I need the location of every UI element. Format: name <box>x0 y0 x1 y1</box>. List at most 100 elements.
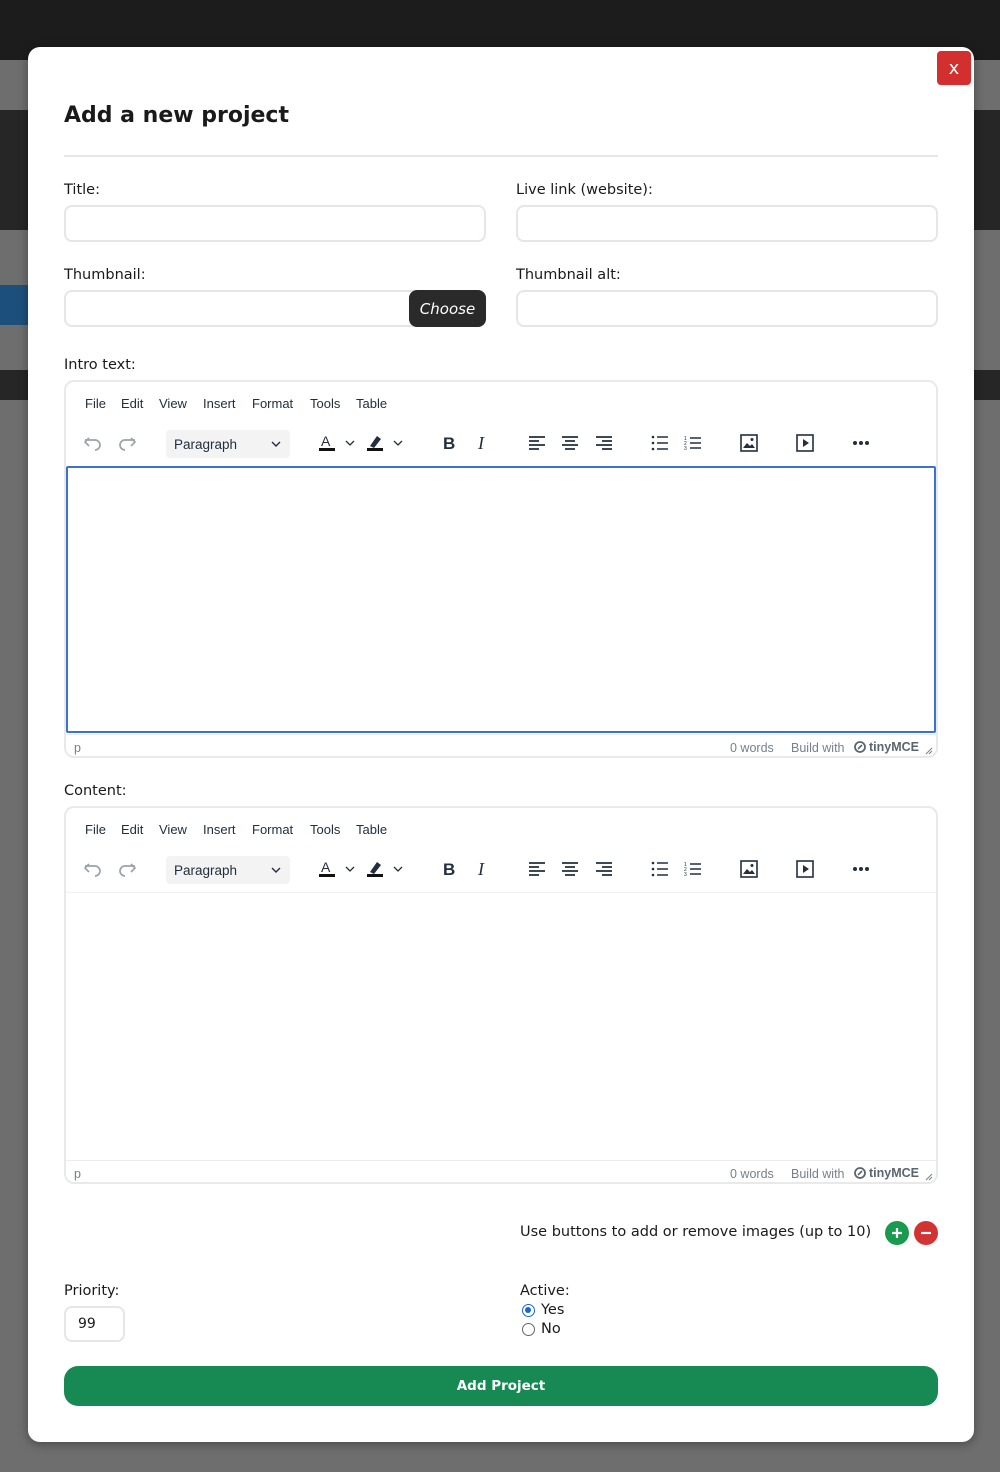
remove-image-button[interactable] <box>914 1221 938 1245</box>
menu-view[interactable]: View <box>159 822 187 837</box>
priority-input[interactable] <box>64 1306 125 1342</box>
title-input[interactable] <box>64 205 486 242</box>
tinymce-brand-link[interactable]: tinyMCE <box>854 740 919 754</box>
bold-button[interactable]: B <box>438 856 460 882</box>
text-color-icon: A <box>319 433 355 451</box>
word-count[interactable]: 0 words <box>730 741 774 755</box>
numbered-list-button[interactable]: 123 <box>682 856 704 882</box>
add-project-button[interactable]: Add Project <box>64 1366 938 1406</box>
menu-tools[interactable]: Tools <box>310 822 340 837</box>
menu-format[interactable]: Format <box>252 396 293 411</box>
content-editor: File Edit View Insert Format Tools Table… <box>64 806 938 1184</box>
menu-edit[interactable]: Edit <box>121 822 143 837</box>
numbered-list-button[interactable]: 123 <box>682 430 704 456</box>
italic-button[interactable]: I <box>471 856 493 882</box>
highlight-color-button[interactable] <box>366 430 406 456</box>
insert-media-button[interactable] <box>794 430 816 456</box>
more-button[interactable] <box>850 856 872 882</box>
menu-insert[interactable]: Insert <box>203 822 236 837</box>
thumbnail-alt-label: Thumbnail alt: <box>516 267 621 283</box>
bullet-list-button[interactable] <box>649 430 671 456</box>
thumbnail-input[interactable] <box>64 290 414 327</box>
undo-button[interactable] <box>82 856 104 882</box>
chevron-down-icon <box>271 867 281 873</box>
undo-button[interactable] <box>82 430 104 456</box>
insert-media-button[interactable] <box>794 856 816 882</box>
redo-button[interactable] <box>116 856 138 882</box>
align-right-button[interactable] <box>593 856 615 882</box>
text-color-button[interactable]: A <box>318 856 358 882</box>
menu-table[interactable]: Table <box>356 396 387 411</box>
menu-file[interactable]: File <box>85 396 106 411</box>
live-link-input[interactable] <box>516 205 938 242</box>
align-center-icon <box>562 862 578 876</box>
more-button[interactable] <box>850 430 872 456</box>
redo-button[interactable] <box>116 430 138 456</box>
block-format-select[interactable]: Paragraph <box>166 430 290 458</box>
menu-table[interactable]: Table <box>356 822 387 837</box>
svg-text:A: A <box>321 859 331 875</box>
align-right-button[interactable] <box>593 430 615 456</box>
active-no-label: No <box>541 1321 561 1337</box>
active-yes-label: Yes <box>541 1302 565 1318</box>
priority-label: Priority: <box>64 1283 120 1299</box>
active-label: Active: <box>520 1283 570 1299</box>
align-left-icon <box>529 436 545 450</box>
align-left-icon <box>529 862 545 876</box>
italic-button[interactable]: I <box>471 430 493 456</box>
active-yes-radio[interactable] <box>522 1303 535 1317</box>
text-color-button[interactable]: A <box>318 430 358 456</box>
menu-file[interactable]: File <box>85 822 106 837</box>
active-no-radio[interactable] <box>522 1322 535 1336</box>
choose-thumbnail-button[interactable]: Choose <box>409 290 486 327</box>
editor-toolbar: Paragraph A B I 1 2 3 <box>66 422 936 464</box>
minus-icon <box>921 1231 931 1235</box>
active-yes-option[interactable]: Yes <box>522 1302 564 1318</box>
intro-text-edit-area[interactable] <box>66 466 936 733</box>
bold-button[interactable]: B <box>438 430 460 456</box>
menu-view[interactable]: View <box>159 396 187 411</box>
editor-menubar: File Edit View Insert Format Tools Table <box>66 382 936 422</box>
element-path[interactable]: p <box>74 741 81 755</box>
bullet-list-button[interactable] <box>649 856 671 882</box>
resize-handle-icon[interactable] <box>925 747 933 755</box>
insert-image-button[interactable] <box>738 430 760 456</box>
thumbnail-alt-input[interactable] <box>516 290 938 327</box>
svg-text:A: A <box>321 433 331 449</box>
align-left-button[interactable] <box>526 856 548 882</box>
more-icon <box>853 441 869 445</box>
more-icon <box>853 867 869 871</box>
tinymce-brand-link[interactable]: tinyMCE <box>854 1166 919 1180</box>
menu-tools[interactable]: Tools <box>310 396 340 411</box>
active-no-option[interactable]: No <box>522 1321 561 1337</box>
block-format-select[interactable]: Paragraph <box>166 856 290 884</box>
menu-insert[interactable]: Insert <box>203 396 236 411</box>
resize-handle-icon[interactable] <box>925 1173 933 1181</box>
align-center-button[interactable] <box>559 856 581 882</box>
menu-format[interactable]: Format <box>252 822 293 837</box>
align-center-button[interactable] <box>559 430 581 456</box>
backdrop-blue-strip <box>0 285 30 325</box>
thumbnail-label: Thumbnail: <box>64 267 146 283</box>
live-link-label: Live link (website): <box>516 182 653 198</box>
element-path[interactable]: p <box>74 1167 81 1181</box>
align-left-button[interactable] <box>526 430 548 456</box>
word-count[interactable]: 0 words <box>730 1167 774 1181</box>
insert-image-button[interactable] <box>738 856 760 882</box>
align-right-icon <box>596 862 612 876</box>
tinymce-logo-icon <box>854 741 866 753</box>
redo-icon <box>119 863 136 877</box>
text-color-icon: A <box>319 859 355 877</box>
highlight-color-button[interactable] <box>366 856 406 882</box>
undo-icon <box>84 437 101 451</box>
bold-icon: B <box>443 434 455 453</box>
title-label: Title: <box>64 182 100 198</box>
add-image-button[interactable] <box>885 1221 909 1245</box>
highlight-color-icon <box>367 436 403 451</box>
align-center-icon <box>562 436 578 450</box>
tinymce-brand-text: tinyMCE <box>869 740 919 754</box>
add-project-modal: x Add a new project Title: Live link (we… <box>28 47 974 1442</box>
content-edit-area[interactable] <box>66 892 936 1159</box>
close-button[interactable]: x <box>937 51 971 85</box>
menu-edit[interactable]: Edit <box>121 396 143 411</box>
